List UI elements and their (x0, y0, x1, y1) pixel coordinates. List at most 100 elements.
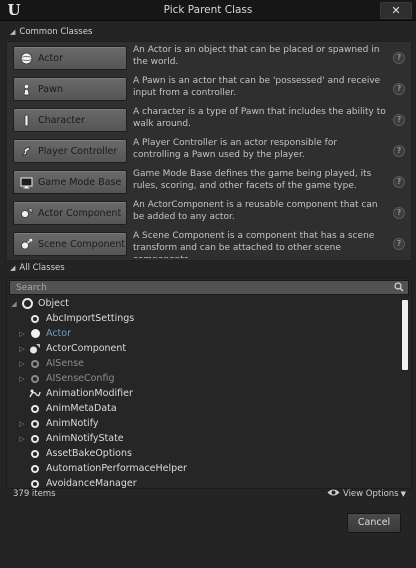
help-icon[interactable]: ? (393, 114, 405, 126)
tree-item-abcimportsettings[interactable]: AbcImportSettings (18, 311, 134, 326)
tree-item-label: AISense (46, 358, 84, 369)
component-icon (29, 343, 41, 355)
common-class-row-character: Character A character is a type of Pawn … (7, 104, 411, 135)
class-ring-icon (29, 373, 41, 385)
class-search-box[interactable] (9, 280, 409, 295)
component-icon (18, 205, 34, 221)
class-ring-icon (29, 463, 41, 475)
tree-item-animationmodifier[interactable]: AnimationModifier (18, 386, 133, 401)
all-classes-header[interactable]: ◢ All Classes (6, 261, 410, 275)
actor-component-class-description: An ActorComponent is a reusable componen… (133, 200, 378, 222)
animation-modifier-icon (29, 388, 41, 400)
common-classes-header[interactable]: ◢ Common Classes (6, 25, 410, 39)
common-class-row-pawn: Pawn A Pawn is an actor that can be 'pos… (7, 73, 411, 104)
collapse-arrow-icon: ◢ (10, 264, 16, 272)
tree-item-label: AnimNotifyState (46, 433, 124, 444)
tree-item-label: AbcImportSettings (46, 313, 135, 324)
player-controller-class-description: A Player Controller is an actor responsi… (133, 138, 338, 160)
title-bar: U Pick Parent Class ✕ (0, 0, 416, 21)
common-classes-panel: Actor An Actor is an object that can be … (6, 41, 412, 261)
tree-item-label: AISenseConfig (46, 373, 115, 384)
class-ring-icon (29, 448, 41, 460)
help-icon[interactable]: ? (393, 176, 405, 188)
common-class-row-scene-component: Scene Component A Scene Component is a c… (7, 228, 411, 259)
collapsed-arrow-icon[interactable]: ▷ (18, 420, 26, 428)
actor-class-description: An Actor is an object that can be placed… (133, 45, 380, 67)
player-controller-class-label: Player Controller (38, 145, 118, 157)
class-ring-icon (29, 418, 41, 430)
tree-item-animmetadata[interactable]: AnimMetaData (18, 401, 117, 416)
game-mode-base-class-label: Game Mode Base (38, 176, 122, 188)
collapsed-arrow-icon[interactable]: ▷ (18, 330, 26, 338)
scrollbar-thumb[interactable] (402, 300, 408, 370)
all-classes-title: All Classes (19, 263, 65, 273)
tree-item-actorcomponent[interactable]: ▷ ActorComponent (18, 341, 126, 356)
window-title: Pick Parent Class (163, 4, 253, 16)
status-bar: 379 items View Options ▼ (6, 487, 410, 501)
cancel-button[interactable]: Cancel (347, 513, 401, 533)
actor-component-class-button[interactable]: Actor Component (13, 201, 127, 225)
view-options-button[interactable]: View Options ▼ (327, 488, 406, 500)
character-class-label: Character (38, 114, 85, 126)
collapsed-arrow-icon[interactable]: ▷ (18, 360, 26, 368)
collapsed-arrow-icon[interactable]: ▷ (18, 345, 26, 353)
character-class-button[interactable]: Character (13, 108, 127, 132)
search-icon[interactable] (394, 282, 404, 292)
actor-class-button[interactable]: Actor (13, 46, 127, 70)
actor-component-class-label: Actor Component (38, 207, 122, 219)
pick-parent-class-dialog: ◢ Common Classes Actor An Actor is an ob… (0, 21, 416, 568)
class-ring-icon (29, 433, 41, 445)
scene-component-class-label: Scene Component (38, 238, 126, 250)
tree-item-object[interactable]: ◢ Object (10, 296, 69, 311)
pawn-class-label: Pawn (38, 83, 63, 95)
tree-item-aisense[interactable]: ▷ AISense (18, 356, 84, 371)
tree-item-label: AnimNotify (46, 418, 99, 429)
item-count: 379 items (13, 489, 56, 499)
sphere-icon (18, 50, 34, 66)
expanded-arrow-icon[interactable]: ◢ (10, 300, 18, 308)
class-tree: ◢ Object AbcImportSettings ▷ Actor ▷ Act… (7, 296, 397, 488)
help-icon[interactable]: ? (393, 52, 405, 64)
view-options-label: View Options (342, 489, 399, 499)
tree-item-aisenseconfig[interactable]: ▷ AISenseConfig (18, 371, 114, 386)
class-ring-icon (21, 298, 33, 310)
common-class-row-actor-component: Actor Component An ActorComponent is a r… (7, 197, 411, 228)
pawn-class-button[interactable]: Pawn (13, 77, 127, 101)
tree-item-animnotify[interactable]: ▷ AnimNotify (18, 416, 99, 431)
help-icon[interactable]: ? (393, 207, 405, 219)
collapsed-arrow-icon[interactable]: ▷ (18, 435, 26, 443)
tree-item-label: AnimMetaData (46, 403, 117, 414)
common-class-row-actor: Actor An Actor is an object that can be … (7, 42, 411, 73)
common-class-row-player-controller: Player Controller A Player Controller is… (7, 135, 411, 166)
all-classes-panel: ◢ Object AbcImportSettings ▷ Actor ▷ Act… (6, 277, 412, 489)
character-icon (18, 112, 34, 128)
tree-item-label: AnimationModifier (46, 388, 133, 399)
help-icon[interactable]: ? (393, 238, 405, 250)
help-icon[interactable]: ? (393, 145, 405, 157)
tree-item-animnotifystate[interactable]: ▷ AnimNotifyState (18, 431, 124, 446)
tree-item-assetbakeoptions[interactable]: AssetBakeOptions (18, 446, 132, 461)
class-ring-icon (29, 313, 41, 325)
collapsed-arrow-icon[interactable]: ▷ (18, 375, 26, 383)
tree-item-label: Object (38, 298, 69, 309)
game-mode-base-class-description: Game Mode Base defines the game being pl… (133, 169, 372, 191)
sphere-icon (29, 328, 41, 340)
character-class-description: A character is a type of Pawn that inclu… (133, 107, 386, 129)
common-classes-title: Common Classes (19, 27, 93, 37)
eye-icon (327, 488, 340, 500)
tree-item-automationperformacehelper[interactable]: AutomationPerformaceHelper (18, 461, 187, 476)
game-mode-base-class-button[interactable]: Game Mode Base (13, 170, 127, 194)
search-input[interactable] (16, 281, 376, 294)
player-controller-class-button[interactable]: Player Controller (13, 139, 127, 163)
help-icon[interactable]: ? (393, 83, 405, 95)
collapse-arrow-icon: ◢ (10, 28, 16, 36)
monitor-icon (18, 174, 34, 190)
common-class-row-game-mode-base: Game Mode Base Game Mode Base defines th… (7, 166, 411, 197)
tree-item-label: AutomationPerformaceHelper (46, 463, 187, 474)
pawn-class-description: A Pawn is an actor that can be 'possesse… (133, 76, 381, 98)
tree-item-actor[interactable]: ▷ Actor (18, 326, 71, 341)
class-ring-icon (29, 403, 41, 415)
scene-component-icon (18, 236, 34, 252)
scene-component-class-button[interactable]: Scene Component (13, 232, 127, 256)
close-button[interactable]: ✕ (380, 2, 412, 19)
